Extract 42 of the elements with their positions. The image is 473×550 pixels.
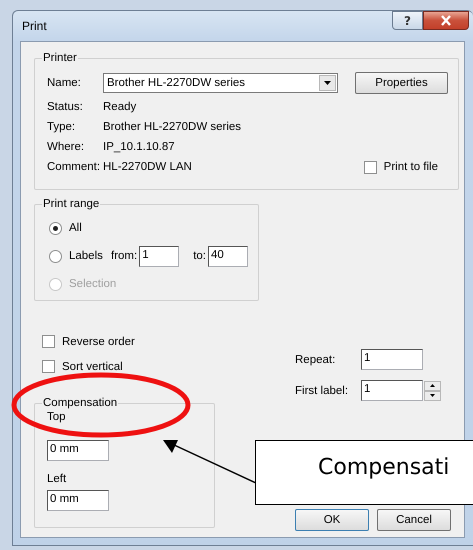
field-label: Name: — [47, 76, 82, 88]
help-button[interactable]: ? — [392, 11, 423, 30]
info-label: Comment: — [47, 161, 102, 173]
dialog-button[interactable]: OK — [295, 509, 369, 531]
info-value: IP_10.1.10.87 — [103, 141, 175, 153]
printer-dropdown[interactable]: Brother HL-2270DW series — [103, 72, 338, 92]
dialog-button[interactable]: Cancel — [377, 509, 451, 531]
info-value: HL-2270DW LAN — [103, 161, 192, 173]
callout-label: Compensati — [255, 440, 473, 505]
option-checkbox[interactable]: Sort vertical — [42, 360, 123, 373]
properties-button[interactable]: Properties — [355, 72, 448, 94]
info-value: Brother HL-2270DW series — [103, 121, 242, 133]
up-arrow-icon — [430, 384, 435, 387]
info-value: Ready — [103, 101, 136, 113]
down-arrow-icon — [430, 394, 435, 397]
field-label: to: — [193, 250, 206, 262]
caret-icon — [324, 80, 331, 84]
from-field[interactable]: 1 — [139, 246, 180, 266]
option-checkbox[interactable]: Reverse order — [42, 335, 135, 348]
close-button[interactable] — [423, 11, 469, 30]
radio-option[interactable]: All — [49, 222, 82, 234]
print-to-file-checkbox[interactable]: Print to file — [364, 160, 438, 174]
info-label: Status: — [47, 101, 84, 113]
close-icon — [440, 15, 452, 26]
window-title: Print — [22, 19, 47, 33]
group-title: Compensation — [42, 397, 118, 409]
repeat-field[interactable]: 1 — [361, 349, 423, 370]
field-label: from: — [111, 250, 138, 262]
to-field[interactable]: 40 — [208, 246, 248, 266]
field-label: Left — [47, 473, 66, 485]
info-label: Where: — [47, 141, 86, 153]
offset-field[interactable]: 0 mm — [47, 440, 109, 461]
offset-field[interactable]: 0 mm — [47, 490, 109, 511]
spinner[interactable] — [424, 380, 441, 400]
field-label: Repeat: — [295, 354, 336, 366]
group-title: Printer — [42, 52, 78, 64]
info-label: Type: — [47, 121, 76, 133]
radio-option[interactable]: Labels — [49, 250, 111, 262]
first-label-field[interactable]: 1 — [361, 380, 423, 401]
field-label: First label: — [295, 384, 350, 396]
group-title: Print range — [42, 198, 100, 210]
field-label: Top — [47, 411, 66, 423]
